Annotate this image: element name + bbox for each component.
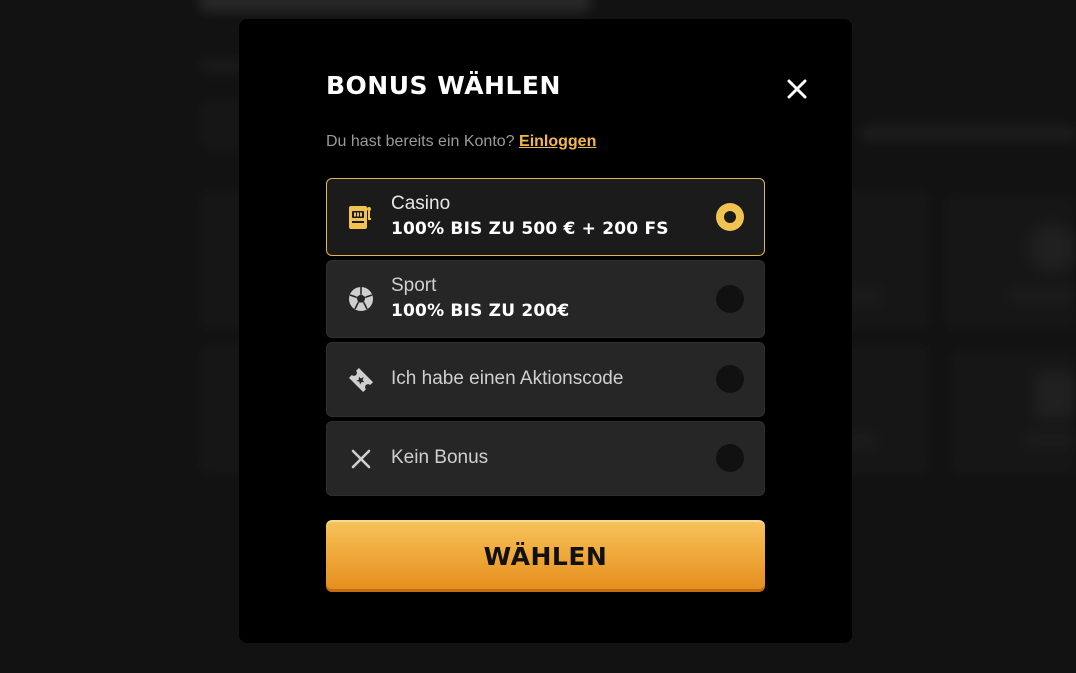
close-icon (787, 79, 807, 99)
option-label: Kein Bonus (391, 447, 489, 468)
radio-unselected[interactable] (716, 285, 744, 313)
promo-ticket-icon (345, 364, 377, 396)
soccer-ball-icon (345, 283, 377, 315)
radio-unselected[interactable] (716, 365, 744, 393)
option-bonus-text: 100% BIS ZU 500 € + 200 FS (391, 219, 669, 239)
choose-button[interactable]: WÄHLEN (326, 520, 765, 592)
login-link[interactable]: Einloggen (519, 133, 596, 150)
radio-selected[interactable] (716, 203, 744, 231)
bonus-options: Casino 100% BIS ZU 500 € + 200 FS Sport … (326, 178, 765, 500)
close-x-icon (345, 443, 377, 475)
close-button[interactable] (781, 73, 813, 105)
option-label: Sport (391, 275, 437, 296)
bonus-modal: BONUS WÄHLEN Du hast bereits ein Konto? … (239, 19, 852, 643)
login-prompt-line: Du hast bereits ein Konto? Einloggen (326, 133, 596, 151)
bonus-option-promo-code[interactable]: Ich habe einen Aktionscode (326, 342, 765, 417)
option-label: Casino (391, 193, 451, 214)
slot-machine-icon (345, 201, 377, 233)
bonus-option-none[interactable]: Kein Bonus (326, 421, 765, 496)
modal-title: BONUS WÄHLEN (326, 71, 561, 100)
option-bonus-text: 100% BIS ZU 200€ (391, 301, 570, 321)
option-label: Ich habe einen Aktionscode (391, 368, 624, 389)
bonus-option-sport[interactable]: Sport 100% BIS ZU 200€ (326, 260, 765, 338)
choose-button-label: WÄHLEN (483, 541, 608, 571)
radio-unselected[interactable] (716, 444, 744, 472)
login-prompt: Du hast bereits ein Konto? (326, 133, 515, 150)
bonus-option-casino[interactable]: Casino 100% BIS ZU 500 € + 200 FS (326, 178, 765, 256)
